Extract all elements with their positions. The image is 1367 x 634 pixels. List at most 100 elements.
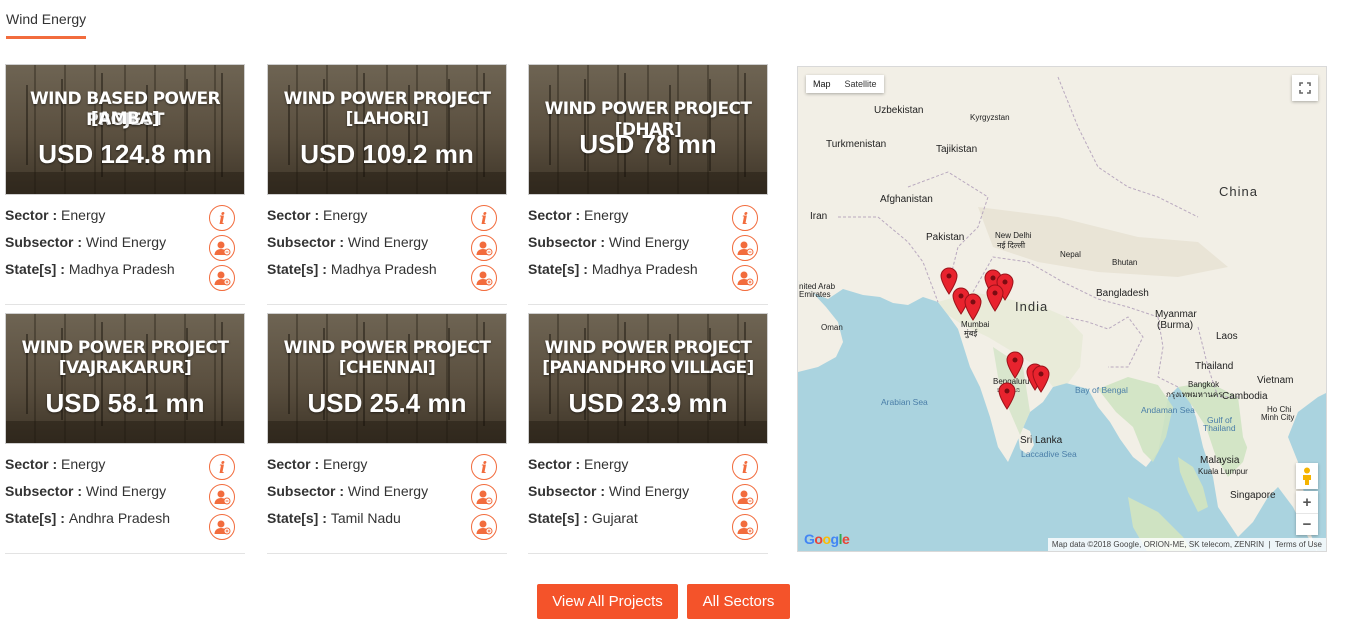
map-label-myanmar: Myanmar <box>1155 309 1197 320</box>
project-card: WIND POWER PROJECT [DHAR] USD 78 mn Sect… <box>528 64 768 305</box>
street-view-pegman-icon[interactable] <box>1296 463 1318 489</box>
project-map[interactable]: Map Satellite Uzbekistan Kyrgyzstan Turk… <box>797 66 1327 552</box>
subsector-value: Wind Energy <box>608 234 690 250</box>
state-row: State[s] : Madhya Pradesh <box>5 261 175 277</box>
subsector-label: Subsector <box>528 483 597 499</box>
sector-row: Sector : Energy <box>5 456 106 472</box>
subsector-value: Wind Energy <box>85 483 167 499</box>
info-icon[interactable]: i <box>732 454 758 480</box>
user-contact-icon[interactable] <box>209 235 235 261</box>
map-marker-pin-icon[interactable] <box>964 293 982 321</box>
map-type-map-button[interactable]: Map <box>806 75 838 93</box>
sector-row: Sector : Energy <box>528 207 629 223</box>
map-label-vietnam: Vietnam <box>1257 375 1294 386</box>
info-icon[interactable]: i <box>471 454 497 480</box>
map-label-india: India <box>1015 299 1049 314</box>
add-user-icon[interactable] <box>209 514 235 540</box>
subsector-label: Subsector <box>267 234 336 250</box>
add-user-icon[interactable] <box>732 514 758 540</box>
map-data-credit: Map data ©2018 Google, ORION-ME, SK tele… <box>1051 540 1265 549</box>
project-title-code: [CHENNAI] <box>338 358 436 378</box>
project-banner[interactable]: WIND BASED POWER PROJECT [AMBA] USD 124.… <box>5 64 245 195</box>
map-label-new-delhi: New Delhi <box>995 231 1032 240</box>
google-logo: Google <box>804 531 850 547</box>
map-marker-pin-icon[interactable] <box>998 382 1016 410</box>
map-label-oman: Oman <box>821 323 843 332</box>
sector-row: Sector : Energy <box>267 207 368 223</box>
project-banner[interactable]: WIND POWER PROJECT [LAHORI] USD 109.2 mn <box>267 64 507 195</box>
project-title: WIND POWER PROJECT <box>283 89 491 109</box>
sector-value: Energy <box>61 456 106 472</box>
info-icon[interactable]: i <box>209 454 235 480</box>
zoom-out-button[interactable]: − <box>1296 513 1318 535</box>
map-marker-pin-icon[interactable] <box>1032 365 1050 393</box>
project-title: WIND POWER PROJECT <box>283 338 491 358</box>
user-contact-icon[interactable] <box>209 484 235 510</box>
sector-value: Energy <box>323 456 368 472</box>
map-label-mumbai-local: मुंबई <box>964 329 978 338</box>
map-attribution: Map data ©2018 Google, ORION-ME, SK tele… <box>1047 538 1326 551</box>
project-banner[interactable]: WIND POWER PROJECT [DHAR] USD 78 mn <box>528 64 768 195</box>
map-marker-pin-icon[interactable] <box>1006 351 1024 379</box>
state-value: Gujarat <box>591 510 638 526</box>
map-label-bhutan: Bhutan <box>1112 258 1138 267</box>
terms-of-use-link[interactable]: Terms of Use <box>1275 540 1322 549</box>
subsector-row: Subsector : Wind Energy <box>5 483 167 499</box>
state-row: State[s] : Madhya Pradesh <box>528 261 698 277</box>
info-icon[interactable]: i <box>471 205 497 231</box>
state-label: State[s] <box>267 261 319 277</box>
banner-ground <box>529 172 767 194</box>
section-title: Wind Energy <box>6 11 87 27</box>
map-label-tajikistan: Tajikistan <box>936 144 978 155</box>
project-info: Sector : Energy Subsector : Wind Energy … <box>5 195 245 305</box>
user-contact-icon[interactable] <box>471 484 497 510</box>
user-contact-icon[interactable] <box>732 484 758 510</box>
user-contact-icon[interactable] <box>471 235 497 261</box>
project-title-code: [VAJRAKARUR] <box>58 358 192 378</box>
project-info: Sector : Energy Subsector : Wind Energy … <box>267 444 507 554</box>
section-title-underline <box>6 36 86 39</box>
add-user-icon[interactable] <box>732 265 758 291</box>
sector-value: Energy <box>584 456 629 472</box>
banner-ground <box>529 421 767 443</box>
sector-value: Energy <box>61 207 106 223</box>
zoom-in-button[interactable]: + <box>1296 491 1318 513</box>
map-type-control: Map Satellite <box>806 75 884 93</box>
map-label-laccadive-sea: Laccadive Sea <box>1021 449 1077 459</box>
project-card: WIND POWER PROJECT [CHENNAI] USD 25.4 mn… <box>267 313 507 554</box>
all-sectors-button[interactable]: All Sectors <box>687 584 790 619</box>
subsector-row: Subsector : Wind Energy <box>267 483 429 499</box>
project-card: WIND POWER PROJECT [LAHORI] USD 109.2 mn… <box>267 64 507 305</box>
info-icon[interactable]: i <box>732 205 758 231</box>
subsector-value: Wind Energy <box>608 483 690 499</box>
project-value: USD 109.2 mn <box>300 139 474 169</box>
map-type-satellite-button[interactable]: Satellite <box>838 75 884 93</box>
project-banner[interactable]: WIND POWER PROJECT [CHENNAI] USD 25.4 mn <box>267 313 507 444</box>
project-info: Sector : Energy Subsector : Wind Energy … <box>528 444 768 554</box>
add-user-icon[interactable] <box>471 514 497 540</box>
project-banner[interactable]: WIND POWER PROJECT [VAJRAKARUR] USD 58.1… <box>5 313 245 444</box>
banner-ground <box>268 421 506 443</box>
map-marker-pin-icon[interactable] <box>986 284 1004 312</box>
add-user-icon[interactable] <box>209 265 235 291</box>
view-all-projects-button[interactable]: View All Projects <box>537 584 678 619</box>
map-label-kyrgyzstan: Kyrgyzstan <box>970 113 1010 122</box>
map-label-uae-line2: Emirates <box>799 290 831 299</box>
project-card: WIND POWER PROJECT [VAJRAKARUR] USD 58.1… <box>5 313 245 554</box>
state-row: State[s] : Tamil Nadu <box>267 510 401 526</box>
add-user-icon[interactable] <box>471 265 497 291</box>
fullscreen-icon[interactable] <box>1292 75 1318 101</box>
info-icon[interactable]: i <box>209 205 235 231</box>
sector-label: Sector <box>5 456 49 472</box>
map-label-bay-of-bengal: Bay of Bengal <box>1075 385 1128 395</box>
user-contact-icon[interactable] <box>732 235 758 261</box>
map-label-afghanistan: Afghanistan <box>880 194 933 205</box>
banner-ground <box>6 172 244 194</box>
map-label-china: China <box>1219 184 1258 199</box>
project-info: Sector : Energy Subsector : Wind Energy … <box>5 444 245 554</box>
sector-label: Sector <box>267 207 311 223</box>
state-value: Madhya Pradesh <box>330 261 437 277</box>
map-label-pakistan: Pakistan <box>926 232 965 243</box>
state-row: State[s] : Gujarat <box>528 510 638 526</box>
project-banner[interactable]: WIND POWER PROJECT [PANANDHRO VILLAGE] U… <box>528 313 768 444</box>
